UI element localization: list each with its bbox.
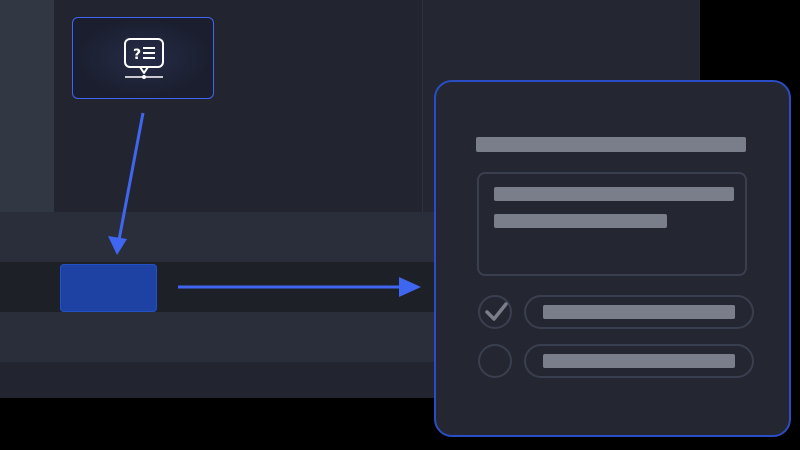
option-radio[interactable] (478, 295, 512, 329)
left-sidebar (0, 0, 54, 212)
dialog-text-area[interactable] (477, 172, 747, 276)
text-line-placeholder (494, 214, 667, 228)
hint-callout: ? (72, 17, 214, 99)
empty-radio-icon[interactable] (478, 344, 512, 378)
option-label-placeholder (543, 354, 735, 368)
checkmark-icon (485, 302, 508, 321)
option-pill[interactable] (524, 344, 754, 378)
speech-bubble-question-list-icon: ? (124, 38, 164, 79)
highlighted-action-button[interactable] (60, 264, 157, 312)
svg-text:?: ? (133, 47, 141, 63)
dialog-panel (434, 80, 791, 437)
text-line-placeholder (494, 187, 734, 201)
option-label-placeholder (543, 305, 735, 319)
option-checked[interactable] (478, 295, 754, 329)
dialog-title-placeholder (476, 137, 746, 152)
option-pill[interactable] (524, 295, 754, 329)
option-unchecked[interactable] (478, 344, 754, 378)
